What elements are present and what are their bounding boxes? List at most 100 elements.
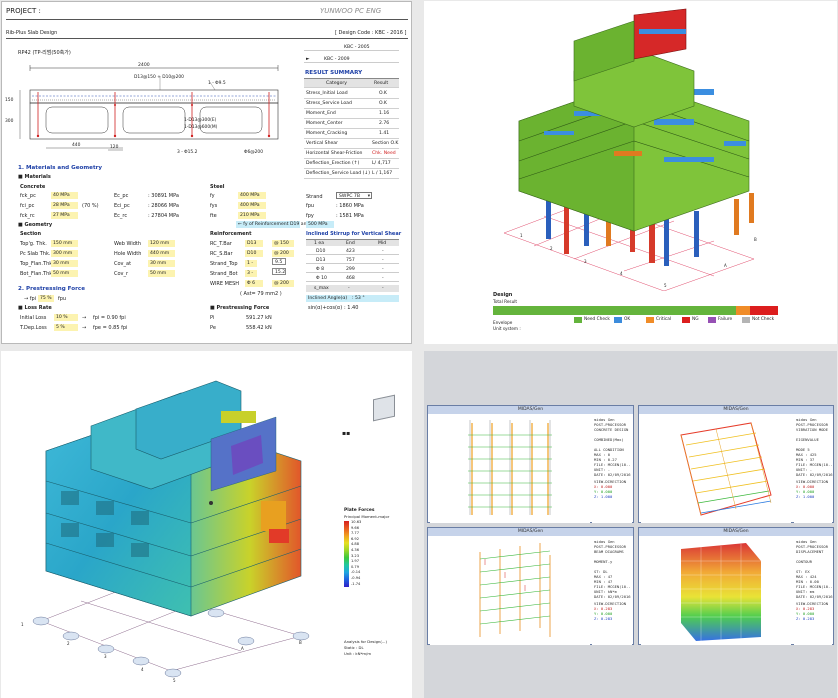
fck-pc-label: fck_pc <box>20 193 36 199</box>
design-label: Design <box>493 292 513 298</box>
result-row: Moment_End 1.16 <box>304 109 399 119</box>
fci-ratio: (70 %) <box>82 203 99 209</box>
fys-input[interactable]: 400 MPa <box>238 202 266 209</box>
grid-bubble: 5 <box>173 678 176 683</box>
initial-loss-input[interactable]: 10 % <box>54 314 78 321</box>
top-thk-input[interactable]: 150 mm <box>51 240 78 247</box>
hole-width-input[interactable]: 440 mm <box>148 250 175 257</box>
strand-bottom-label: 3 - Φ15.2 <box>177 150 198 155</box>
grid-bubble: 1 <box>520 233 523 238</box>
steel-note-value[interactable]: 500 MPa <box>306 221 334 228</box>
tdep-loss-input[interactable]: 5 % <box>54 324 78 331</box>
tdep-loss-label: T.Dep.Loss <box>20 325 47 331</box>
mesh-label: Φ6@200 <box>244 150 264 155</box>
sincos-value: : 1.40 <box>344 305 359 311</box>
fys-label: fys <box>210 203 218 209</box>
grid-bubble: 4 <box>141 667 144 672</box>
pc-slab-thk-label: Pc Slab Thk. <box>20 251 51 257</box>
inclined-row: Φ 8 299- <box>306 266 399 273</box>
pe-label: Pe <box>210 325 216 331</box>
legend-label: Not Check <box>752 317 775 322</box>
result-row: Moment_Center 2.76 <box>304 119 399 129</box>
bot-flan-input[interactable]: 50 mm <box>51 270 78 277</box>
midas-window-3[interactable]: MIDAS/Gen midas Gen POST-PROCESSOR BEAM … <box>427 527 634 645</box>
strand-bot-dia-select[interactable]: 15.2 <box>272 268 286 275</box>
grid-bubble: A <box>724 263 727 268</box>
fpu-value: : 1860 MPa <box>336 203 364 209</box>
inclined-header: 1 ea End Mid <box>306 239 399 246</box>
arrow-right-icon: → <box>82 325 87 331</box>
rc-tbar-spacing-input[interactable]: @ 150 <box>272 240 294 247</box>
header-divider <box>6 19 408 20</box>
frame-model-moment <box>430 537 590 645</box>
fy-input[interactable]: 400 MPa <box>238 192 266 199</box>
top-flan-input[interactable]: 30 mm <box>51 260 78 267</box>
ec-pc-label: Ec_pc <box>114 193 129 199</box>
unit-system-label: Unit system : <box>493 326 521 331</box>
stirrup-label-2: 1-D13@600(M) <box>184 125 218 130</box>
inclined-angle[interactable]: Inclined Angle(α): 53 ° <box>306 295 399 302</box>
strand-top-dia-select[interactable]: 9.5 <box>272 258 286 265</box>
info-panel: midas Gen POST-PROCESSOR CONCRETE DESIGN… <box>592 415 632 523</box>
fte-input[interactable]: 210 MPa <box>238 212 266 219</box>
rc-tbar-label: RC_T.Bar <box>210 241 232 247</box>
web-width-label: Web Width <box>114 241 142 247</box>
grid-bubble: 3 <box>104 654 107 659</box>
section-title: Section <box>20 231 42 237</box>
view-cube-icon[interactable] <box>373 394 395 422</box>
section-materials-geometry: 1. Materials and Geometry <box>18 165 103 171</box>
web-width-input[interactable]: 120 mm <box>148 240 175 247</box>
inclined-row: D10 423- <box>306 248 399 255</box>
dim-bottom-1: 440 <box>72 143 81 148</box>
fck-rc-input[interactable]: 27 MPa <box>51 212 78 219</box>
strand-bot-count-input[interactable]: 3 - <box>245 270 257 277</box>
pi-value: 591.27 kN <box>246 315 272 321</box>
smax-row: s_max - - <box>306 285 399 292</box>
cov-at-input[interactable]: 30 mm <box>148 260 175 267</box>
section-prestressing: 2. Prestressing Force <box>18 286 85 292</box>
design-result-viewport[interactable]: 1 2 3 4 5 A B Design Total Result Envelo… <box>424 1 837 344</box>
legend-swatch <box>708 317 716 323</box>
strand-select[interactable]: SWPC 7B ▾ <box>336 192 372 199</box>
design-legend: Need Check OK Critical NG Failure Not Ch… <box>574 316 779 324</box>
strand-label: Strand <box>306 194 323 200</box>
rc-sbar-dia-input[interactable]: D10 <box>245 250 263 257</box>
result-row: Stress_Service Load O.K <box>304 99 399 109</box>
grid-bubble: 3 <box>584 259 587 264</box>
pc-slab-thk-input[interactable]: 300 mm <box>51 250 78 257</box>
strand-top-label: Strand_Top <box>210 261 238 267</box>
tdep-loss-result: fpe = 0.85 fpi <box>93 325 128 331</box>
doc-title: Rib-Plus Slab Design <box>6 30 58 36</box>
hole-width-label: Hole Width <box>114 251 142 257</box>
grid-bubble: A <box>241 646 244 651</box>
fpy-label: fpy <box>306 213 314 219</box>
fpi-input[interactable]: 75 % <box>38 295 54 302</box>
building-design-model <box>503 8 755 291</box>
frame-model-displacement <box>641 537 791 645</box>
rebar-right-label: 1 - Φ9.5 <box>208 81 226 86</box>
fci-pc-input[interactable]: 28 MPa <box>51 202 78 209</box>
rc-sbar-spacing-input[interactable]: @ 200 <box>272 250 294 257</box>
fck-pc-input[interactable]: 40 MPa <box>51 192 78 199</box>
midas-window-1[interactable]: MIDAS/Gen midas Gen POST-PROCESSOR CONCR… <box>427 405 634 523</box>
info-panel: midas Gen POST-PROCESSOR DISPLACEMENT CO… <box>794 537 833 645</box>
code-option-2005[interactable]: KBC - 2005 <box>304 44 399 51</box>
geometry-title: ■ Geometry <box>18 222 53 228</box>
wire-mesh-spacing-input[interactable]: @ 200 <box>272 280 294 287</box>
code-option-2009[interactable]: ► KBC - 2009 <box>304 56 399 63</box>
pi-label: Pi <box>210 315 215 321</box>
midas-window-2[interactable]: MIDAS/Gen midas Gen POST-PROCESSOR VIBRA… <box>638 405 834 523</box>
wire-mesh-dia-input[interactable]: Φ 6 <box>245 280 263 287</box>
dim-bottom-2: 120 <box>110 145 119 150</box>
cov-r-input[interactable]: 50 mm <box>148 270 175 277</box>
bot-flan-label: Bot_Flan.Thk. <box>20 271 54 277</box>
midas-window-4[interactable]: MIDAS/Gen midas Gen POST-PROCESSOR DISPL… <box>638 527 834 645</box>
inclined-row: D13 757- <box>306 257 399 264</box>
legend-label: OK <box>624 317 631 322</box>
strand-top-count-input[interactable]: 1 - <box>245 260 257 267</box>
result-row: Stress_Initial Load O.K <box>304 89 399 99</box>
plate-forces-viewport[interactable]: 1 2 3 4 5 A B ▪▪ Plate Forces Principal … <box>1 351 412 698</box>
grid-bubble: B <box>754 237 757 242</box>
rc-tbar-dia-input[interactable]: D13 <box>245 240 263 247</box>
slab-design-sheet: PROJECT : YUNWOO PC ENG Rib-Plus Slab De… <box>1 1 412 344</box>
